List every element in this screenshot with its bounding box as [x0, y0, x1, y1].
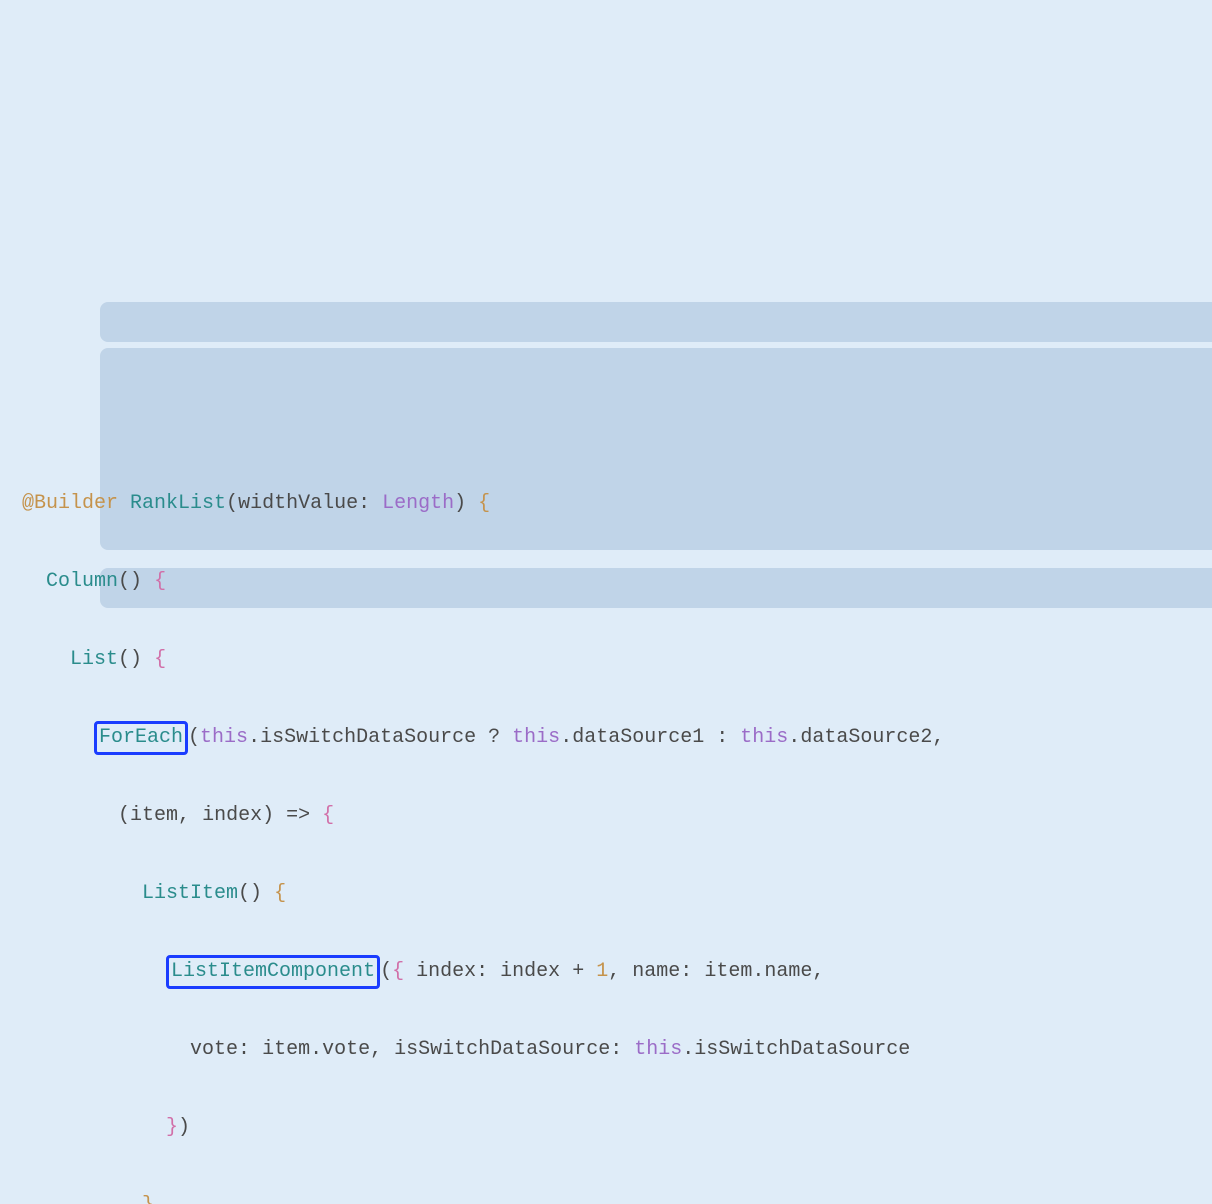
call-column: Column: [46, 570, 118, 593]
code-line[interactable]: (item, index) => {: [22, 796, 1212, 835]
code-editor[interactable]: @Builder RankList(widthValue: Length) { …: [22, 172, 1212, 1204]
highlight-block: [100, 302, 1212, 342]
code-line[interactable]: vote: item.vote, isSwitchDataSource: thi…: [22, 1030, 1212, 1069]
call-listitem: ListItem: [142, 882, 238, 905]
code-line[interactable]: Column() {: [22, 562, 1212, 601]
code-line[interactable]: @Builder RankList(widthValue: Length) {: [22, 484, 1212, 523]
function-name: RankList: [130, 492, 226, 515]
code-line[interactable]: ForEach(this.isSwitchDataSource ? this.d…: [22, 718, 1212, 757]
foreach-highlight: ForEach: [94, 721, 188, 755]
listitemcomponent-highlight: ListItemComponent: [166, 955, 380, 989]
code-line[interactable]: ListItemComponent({ index: index + 1, na…: [22, 952, 1212, 991]
parameter: widthValue: [238, 492, 358, 515]
code-line[interactable]: }): [22, 1108, 1212, 1147]
call-list: List: [70, 648, 118, 671]
decorator: @Builder: [22, 492, 118, 515]
code-line[interactable]: }: [22, 1186, 1212, 1204]
code-line[interactable]: List() {: [22, 640, 1212, 679]
type: Length: [382, 492, 454, 515]
code-line[interactable]: ListItem() {: [22, 874, 1212, 913]
